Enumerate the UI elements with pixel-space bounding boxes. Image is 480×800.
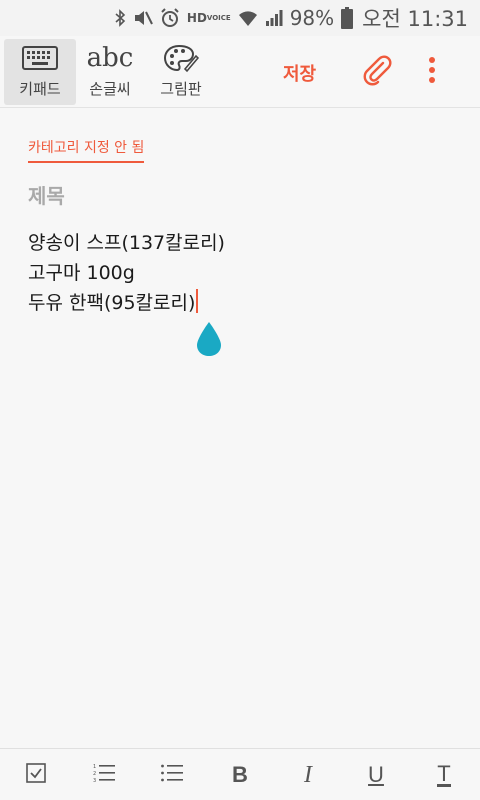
- title-input[interactable]: 제목: [28, 180, 65, 209]
- wifi-icon: [238, 9, 258, 27]
- note-line-text: 두유 한팩(95칼로리): [28, 292, 196, 314]
- battery-percentage: 98%: [289, 6, 335, 30]
- attach-button[interactable]: [359, 52, 395, 92]
- numbered-list-icon: 1 2 3: [92, 762, 116, 788]
- alarm-icon: [160, 8, 180, 28]
- checkbox-icon: [25, 762, 47, 788]
- handwriting-glyph: abc: [86, 43, 134, 73]
- svg-text:3: 3: [93, 778, 96, 784]
- hd-voice-icon: HD VOICE: [186, 10, 231, 25]
- note-line: 양송이 스프(137칼로리): [28, 232, 225, 254]
- clock: 오전 11:31: [362, 7, 468, 31]
- category-selector[interactable]: 카테고리 지정 안 됨: [28, 137, 145, 163]
- drawing-mode-label: 그림판: [160, 80, 202, 98]
- text-caret: [196, 289, 199, 313]
- palette-icon: [163, 41, 199, 75]
- save-button[interactable]: 저장: [283, 60, 316, 86]
- battery-icon: [341, 7, 354, 29]
- more-options-button[interactable]: [418, 54, 446, 90]
- bullet-list-icon: [160, 762, 184, 788]
- handwriting-mode-label: 손글씨: [89, 80, 131, 98]
- handwriting-icon: abc: [87, 41, 134, 75]
- bold-icon: B: [232, 762, 248, 787]
- mute-icon: [133, 9, 153, 27]
- more-vertical-icon: [428, 56, 436, 88]
- note-body-editor[interactable]: 양송이 스프(137칼로리) 고구마 100g 두유 한팩(95칼로리): [28, 228, 225, 318]
- signal-icon: [265, 9, 283, 27]
- svg-text:2: 2: [93, 771, 96, 777]
- paperclip-icon: [361, 54, 393, 90]
- bold-button[interactable]: B: [222, 757, 258, 793]
- note-line: 두유 한팩(95칼로리): [28, 288, 225, 318]
- keyboard-mode-label: 키패드: [19, 80, 61, 98]
- numbered-list-button[interactable]: 1 2 3: [86, 757, 122, 793]
- underline-button[interactable]: U: [358, 757, 394, 793]
- svg-text:1: 1: [93, 764, 96, 770]
- text-color-icon: T: [437, 760, 451, 787]
- italic-icon: I: [304, 762, 312, 788]
- bluetooth-icon: [114, 9, 126, 27]
- bullet-list-button[interactable]: [154, 757, 190, 793]
- status-bar: HD VOICE 98% 오전 11:31: [0, 0, 480, 36]
- text-color-button[interactable]: T: [426, 757, 462, 793]
- note-line: 고구마 100g: [28, 262, 135, 284]
- cursor-handle[interactable]: [195, 320, 223, 358]
- checkbox-button[interactable]: [18, 757, 54, 793]
- editor-toolbar: 키패드 abc 손글씨 그림판 저장: [0, 36, 480, 108]
- keyboard-mode-button[interactable]: 키패드: [4, 39, 76, 105]
- drawing-mode-button[interactable]: 그림판: [145, 39, 217, 105]
- italic-button[interactable]: I: [290, 757, 326, 793]
- keyboard-icon: [22, 41, 58, 75]
- handwriting-mode-button[interactable]: abc 손글씨: [74, 39, 146, 105]
- underline-icon: U: [368, 762, 384, 787]
- format-toolbar: 1 2 3 B I U T: [0, 748, 480, 800]
